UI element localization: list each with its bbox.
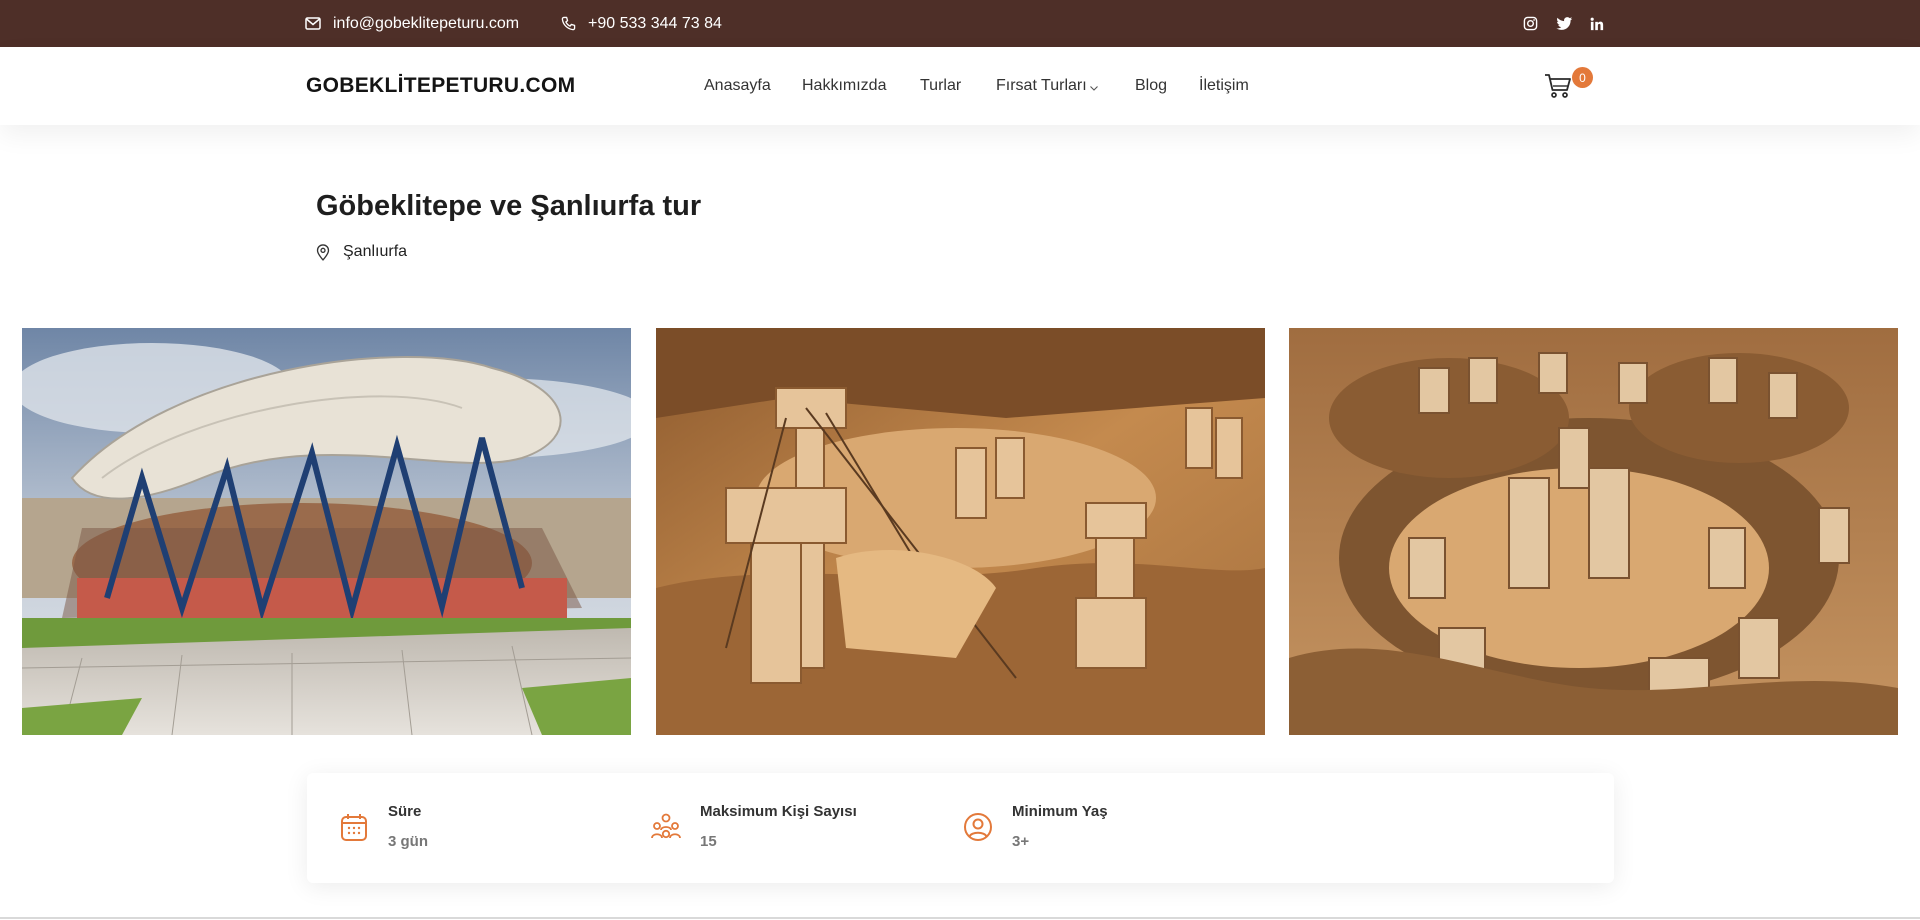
nav-item-anasayfa[interactable]: Anasayfa — [704, 47, 771, 125]
instagram-icon — [1523, 16, 1537, 31]
linkedin-icon — [1590, 17, 1604, 30]
calendar-icon — [341, 814, 367, 841]
linkedin-link[interactable] — [1585, 0, 1609, 47]
bottom-divider — [0, 917, 1920, 919]
twitter-icon — [1555, 16, 1572, 30]
nav-item-turlar[interactable]: Turlar — [920, 47, 961, 125]
envelope-icon — [305, 17, 321, 30]
email-link[interactable]: info@gobeklitepeturu.com — [305, 0, 519, 47]
user-circle-icon — [964, 813, 992, 841]
nav-item-iletisim[interactable]: İletişim — [1199, 47, 1249, 125]
tour-location: Şanlıurfa — [316, 243, 407, 261]
duration-value: 3 gün — [388, 833, 428, 850]
min-age-label: Minimum Yaş — [1012, 803, 1108, 820]
map-pin-icon — [316, 243, 330, 261]
cart-count-badge: 0 — [1572, 67, 1593, 88]
chevron-down-icon — [1089, 85, 1098, 91]
main-navbar: GOBEKLİTEPETURU.COM Anasayfa Hakkımızda … — [0, 47, 1920, 125]
tour-details-card: Süre 3 gün Maksimum Kişi Sayısı 15 Minim… — [307, 773, 1614, 883]
group-icon — [651, 813, 681, 839]
excavation-pillars-photo[interactable] — [656, 328, 1265, 735]
canopy-structure-photo[interactable] — [22, 328, 631, 735]
duration-label: Süre — [388, 803, 422, 820]
max-people-label: Maksimum Kişi Sayısı — [700, 803, 857, 820]
instagram-link[interactable] — [1518, 0, 1542, 47]
phone-link[interactable]: +90 533 344 73 84 — [561, 0, 722, 47]
site-logo[interactable]: GOBEKLİTEPETURU.COM — [306, 47, 575, 125]
cart-icon — [1545, 74, 1571, 98]
phone-text: +90 533 344 73 84 — [588, 14, 722, 32]
email-text: info@gobeklitepeturu.com — [333, 14, 520, 32]
max-people-value: 15 — [700, 833, 717, 850]
min-age-value: 3+ — [1012, 833, 1030, 850]
twitter-link[interactable] — [1552, 0, 1576, 47]
nav-item-hakkimizda[interactable]: Hakkımızda — [802, 47, 886, 125]
nav-item-firsat-turlari[interactable]: Fırsat Turları — [996, 47, 1099, 125]
tour-title: Göbeklitepe ve Şanlıurfa tur — [316, 190, 702, 222]
nav-item-firsat-turlari-label: Fırsat Turları — [996, 77, 1087, 94]
location-text: Şanlıurfa — [343, 243, 408, 260]
phone-icon — [561, 16, 576, 31]
nav-item-blog[interactable]: Blog — [1135, 47, 1167, 125]
stone-circle-photo[interactable] — [1289, 328, 1898, 735]
top-bar: info@gobeklitepeturu.com +90 533 344 73 … — [0, 0, 1920, 47]
